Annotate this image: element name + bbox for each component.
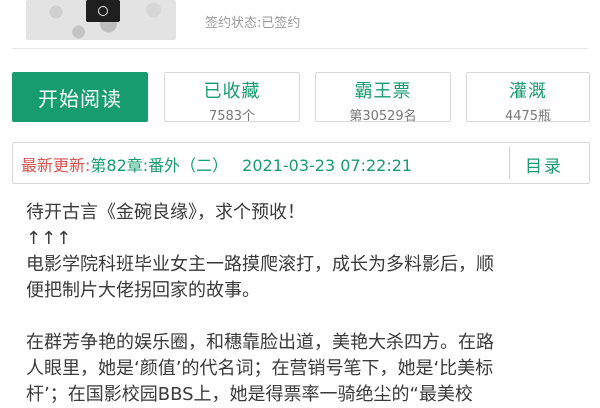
divider	[509, 147, 510, 179]
description-line: 杆’；在国影校园BBS上，她是得票率一骑绝尘的“最美校	[26, 384, 473, 405]
book-description: 待开古言《金碗良缘》，求个预收！ ↑↑↑ 电影学院科班毕业女主一路摸爬滚打，成长…	[26, 200, 586, 408]
water-count: 4475瓶	[504, 109, 552, 124]
latest-chapter-title: 第82章:番外（二）	[90, 156, 229, 175]
collect-label: 已收藏	[203, 81, 261, 102]
description-line: 人眼里，她是‘颜值’的代名词；在营销号笔下，她是‘比美标	[26, 358, 494, 379]
description-blank-line	[26, 304, 586, 330]
description-line: 便把制片大佬拐回家的故事。	[26, 280, 260, 301]
cover-emblem-icon	[86, 0, 120, 22]
action-row: 开始阅读 已收藏 7583个 霸王票 第30529名 灌溉 4475瓶	[12, 72, 590, 124]
monthly-ticket-rank: 第30529名	[349, 109, 417, 124]
latest-update-time: 2021-03-23 07:22:21	[242, 156, 413, 175]
contract-status: 签约状态:已签约	[205, 16, 301, 31]
water-label: 灌溉	[509, 81, 547, 102]
description-line: 待开古言《金碗良缘》，求个预收！	[26, 202, 305, 223]
description-line: 在群芳争艳的娱乐圈，和穗靠脸出道，美艳大杀四方。在路	[26, 332, 494, 353]
monthly-ticket-button[interactable]: 霸王票 第30529名	[315, 72, 451, 124]
water-button[interactable]: 灌溉 4475瓶	[466, 72, 590, 124]
latest-update-bar: 最新更新:第82章:番外（二） 2021-03-23 07:22:21 目录	[12, 142, 590, 184]
catalog-button[interactable]: 目录	[525, 152, 563, 177]
description-line: 电影学院科班毕业女主一路摸爬滚打，成长为多料影后，顺	[26, 254, 494, 275]
book-info-card: 签约状态:已签约	[12, 0, 588, 49]
description-line: ↑↑↑	[26, 228, 72, 249]
latest-update-label: 最新更新:	[21, 156, 91, 175]
collect-count: 7583个	[208, 109, 256, 124]
start-reading-button[interactable]: 开始阅读	[12, 72, 148, 122]
monthly-ticket-label: 霸王票	[354, 81, 412, 102]
latest-update-link[interactable]: 最新更新:第82章:番外（二） 2021-03-23 07:22:21	[21, 152, 412, 176]
collect-button[interactable]: 已收藏 7583个	[164, 72, 300, 124]
book-cover-image[interactable]	[26, 0, 176, 40]
